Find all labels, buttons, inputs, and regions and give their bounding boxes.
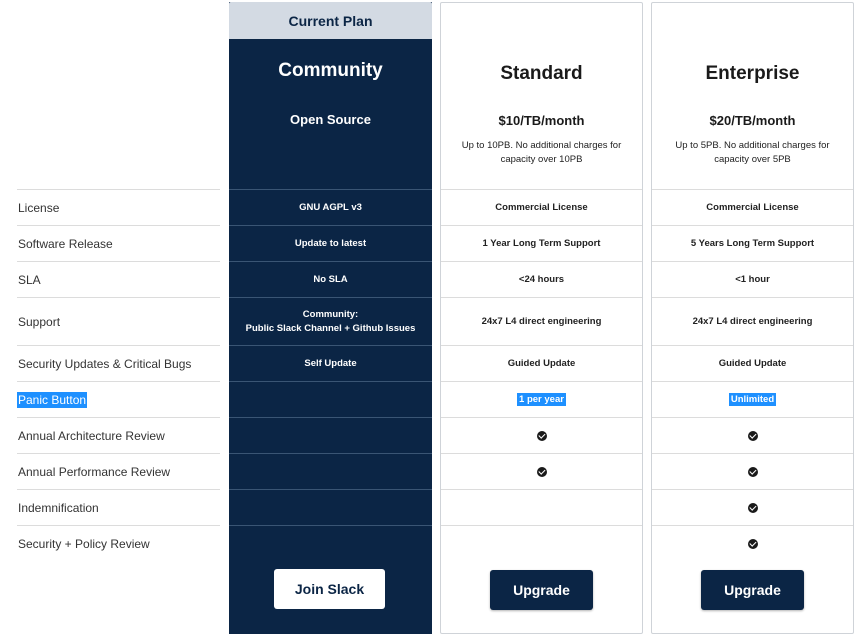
community-indemnification bbox=[229, 489, 432, 525]
community-license: GNU AGPL v3 bbox=[229, 189, 432, 225]
community-security: Self Update bbox=[229, 345, 432, 381]
enterprise-security-policy-review bbox=[652, 525, 853, 561]
plan-price-standard: $10/TB/month bbox=[498, 113, 585, 128]
plan-enterprise: Enterprise $20/TB/month Up to 5PB. No ad… bbox=[651, 2, 854, 634]
standard-indemnification bbox=[441, 489, 642, 525]
plan-name-standard: Standard bbox=[500, 63, 583, 84]
current-plan-badge: Current Plan bbox=[229, 2, 432, 39]
standard-support: 24x7 L4 direct engineering bbox=[441, 297, 642, 345]
standard-security: Guided Update bbox=[441, 345, 642, 381]
plan-desc-standard: Up to 10PB. No additional charges for ca… bbox=[461, 140, 622, 165]
community-release: Update to latest bbox=[229, 225, 432, 261]
check-circle-icon bbox=[747, 538, 758, 549]
check-circle-icon bbox=[536, 466, 547, 477]
community-security-policy-review bbox=[229, 525, 432, 561]
standard-security-policy-review bbox=[441, 525, 642, 561]
plan-name-enterprise: Enterprise bbox=[705, 63, 800, 84]
enterprise-architecture-review bbox=[652, 417, 853, 453]
feature-label-security-updates: Security Updates & Critical Bugs bbox=[17, 345, 220, 381]
standard-panic: 1 per year bbox=[441, 381, 642, 417]
community-performance-review bbox=[229, 453, 432, 489]
check-circle-icon bbox=[536, 430, 547, 441]
enterprise-feature-cells: Commercial License 5 Years Long Term Sup… bbox=[652, 189, 853, 561]
feature-label-performance-review: Annual Performance Review bbox=[17, 453, 220, 489]
community-support: Community: Public Slack Channel + Github… bbox=[229, 297, 432, 345]
check-circle-icon bbox=[747, 430, 758, 441]
enterprise-panic: Unlimited bbox=[652, 381, 853, 417]
plan-standard: Standard $10/TB/month Up to 10PB. No add… bbox=[440, 2, 643, 634]
community-feature-cells: GNU AGPL v3 Update to latest No SLA Comm… bbox=[229, 189, 432, 561]
feature-label-panic-button: Panic Button bbox=[17, 381, 220, 417]
community-panic bbox=[229, 381, 432, 417]
feature-labels: License Software Release SLA Support Sec… bbox=[17, 189, 220, 561]
standard-performance-review bbox=[441, 453, 642, 489]
enterprise-indemnification bbox=[652, 489, 853, 525]
standard-feature-cells: Commercial License 1 Year Long Term Supp… bbox=[441, 189, 642, 561]
plan-desc-enterprise: Up to 5PB. No additional charges for cap… bbox=[675, 140, 830, 165]
standard-architecture-review bbox=[441, 417, 642, 453]
upgrade-standard-button[interactable]: Upgrade bbox=[490, 570, 593, 610]
enterprise-support: 24x7 L4 direct engineering bbox=[652, 297, 853, 345]
upgrade-enterprise-button[interactable]: Upgrade bbox=[701, 570, 804, 610]
plan-subtitle-community: Open Source bbox=[290, 112, 371, 127]
standard-release: 1 Year Long Term Support bbox=[441, 225, 642, 261]
enterprise-license: Commercial License bbox=[652, 189, 853, 225]
check-circle-icon bbox=[747, 502, 758, 513]
community-sla: No SLA bbox=[229, 261, 432, 297]
standard-license: Commercial License bbox=[441, 189, 642, 225]
check-circle-icon bbox=[747, 466, 758, 477]
feature-label-architecture-review: Annual Architecture Review bbox=[17, 417, 220, 453]
enterprise-sla: <1 hour bbox=[652, 261, 853, 297]
plan-community: Current Plan Community Open Source GNU A… bbox=[229, 2, 432, 634]
community-architecture-review bbox=[229, 417, 432, 453]
enterprise-security: Guided Update bbox=[652, 345, 853, 381]
standard-sla: <24 hours bbox=[441, 261, 642, 297]
feature-label-license: License bbox=[17, 189, 220, 225]
plan-name-community: Community bbox=[278, 60, 383, 81]
feature-label-indemnification: Indemnification bbox=[17, 489, 220, 525]
feature-label-sla: SLA bbox=[17, 261, 220, 297]
plan-price-enterprise: $20/TB/month bbox=[709, 113, 796, 128]
join-slack-button[interactable]: Join Slack bbox=[274, 569, 385, 609]
enterprise-performance-review bbox=[652, 453, 853, 489]
feature-label-software-release: Software Release bbox=[17, 225, 220, 261]
enterprise-release: 5 Years Long Term Support bbox=[652, 225, 853, 261]
feature-label-support: Support bbox=[17, 297, 220, 345]
feature-label-security-policy-review: Security + Policy Review bbox=[17, 525, 220, 561]
